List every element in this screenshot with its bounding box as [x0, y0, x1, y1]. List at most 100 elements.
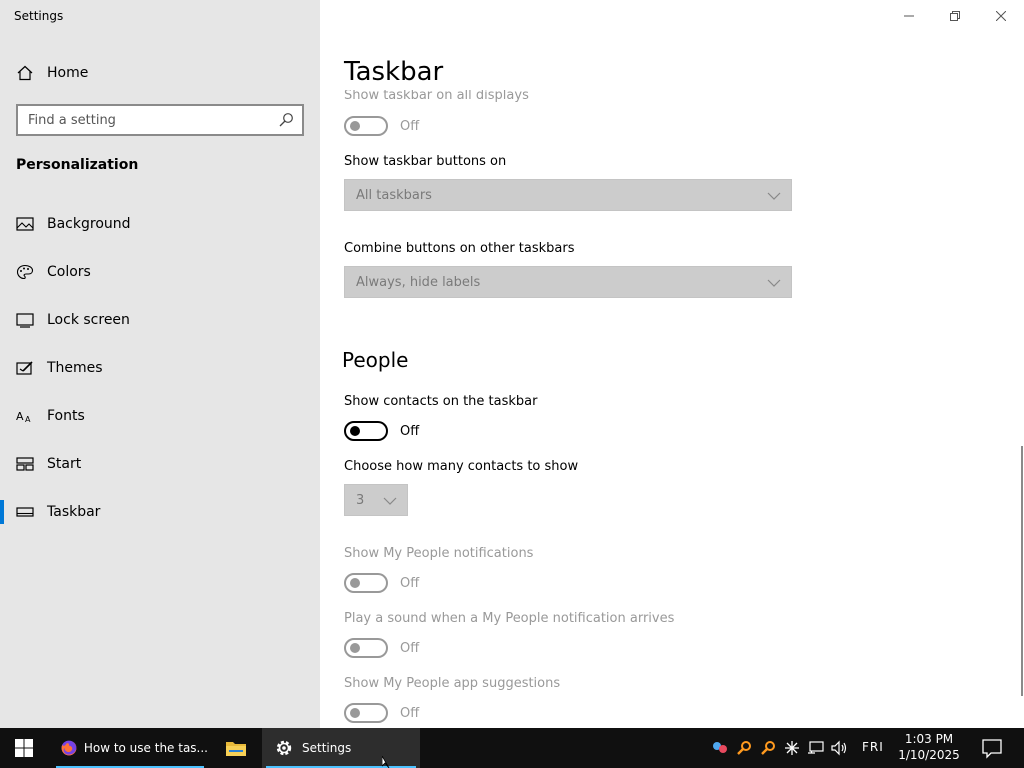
close-button[interactable] [978, 0, 1024, 32]
tray-search-app-icon[interactable] [732, 728, 756, 768]
search-box[interactable] [16, 104, 304, 136]
chevron-down-icon [767, 192, 781, 200]
search-input[interactable] [18, 106, 268, 134]
gear-icon [276, 740, 292, 756]
file-explorer-icon [226, 742, 246, 756]
show-contacts-state: Off [400, 424, 420, 439]
sidebar-item-label: Themes [47, 360, 103, 376]
sidebar-item-label: Taskbar [47, 504, 101, 520]
sound-toggle[interactable] [344, 638, 388, 658]
taskbar-app-label: How to use the tas... [83, 741, 208, 755]
taskbar-app-label: Settings [302, 741, 352, 755]
picture-icon [16, 217, 34, 231]
system-tray [708, 728, 852, 768]
notifications-icon[interactable] [980, 736, 1004, 760]
mouse-cursor-icon [382, 756, 390, 768]
sound-state: Off [400, 641, 420, 656]
show-all-displays-state: Off [400, 119, 420, 134]
taskbar: How to use the tas... Settings FRI 1:03 … [0, 728, 1024, 768]
notifications-label: Show My People notifications [344, 546, 534, 561]
suggestions-state: Off [400, 706, 420, 721]
start-button[interactable] [0, 728, 48, 768]
sidebar-item-label: Background [47, 216, 131, 232]
sidebar-item-label: Fonts [47, 408, 85, 424]
sidebar-nav: Background Colors Lock screen Themes A A… [0, 200, 320, 536]
dropdown-value: Always, hide labels [356, 275, 481, 290]
toggle-knob [350, 426, 360, 436]
firefox-icon [61, 740, 77, 756]
tray-asterisk-icon[interactable] [780, 728, 804, 768]
tray-people-icon[interactable] [708, 728, 732, 768]
sidebar-item-start[interactable]: Start [0, 440, 320, 488]
clock-date: 1/10/2025 [898, 748, 960, 762]
themes-icon [16, 361, 33, 375]
dropdown-value: All taskbars [356, 188, 432, 203]
main-content: Taskbar Show taskbar on all displays Off… [320, 0, 1024, 728]
search-icon[interactable] [278, 112, 294, 128]
taskbar-app-settings[interactable]: Settings [262, 728, 420, 768]
fonts-icon: A A [16, 410, 31, 424]
suggestions-toggle[interactable] [344, 703, 388, 723]
show-all-displays-label: Show taskbar on all displays [344, 88, 529, 103]
section-title: Personalization [16, 157, 139, 173]
window-controls [886, 0, 1024, 32]
toggle-knob [350, 708, 360, 718]
combine-other-dropdown[interactable]: Always, hide labels [344, 266, 792, 298]
chevron-down-icon [767, 279, 781, 287]
sidebar-item-home[interactable]: Home [0, 56, 320, 90]
notifications-state: Off [400, 576, 420, 591]
svg-text:A: A [25, 415, 31, 424]
notifications-toggle[interactable] [344, 573, 388, 593]
sidebar-item-label: Lock screen [47, 312, 130, 328]
page-title: Taskbar [344, 57, 452, 87]
sidebar-item-lock-screen[interactable]: Lock screen [0, 296, 320, 344]
windows-logo-icon [15, 739, 33, 757]
svg-text:A: A [16, 410, 24, 423]
network-icon[interactable] [804, 728, 828, 768]
toggle-knob [350, 578, 360, 588]
sidebar-item-background[interactable]: Background [0, 200, 320, 248]
day-indicator[interactable]: FRI [862, 740, 884, 754]
taskbar-icon [16, 507, 34, 517]
volume-icon[interactable] [828, 728, 852, 768]
start-icon [16, 457, 34, 471]
toggle-knob [350, 643, 360, 653]
scrollbar[interactable] [1021, 446, 1023, 696]
people-heading: People [342, 348, 409, 372]
taskbar-app-firefox[interactable]: How to use the tas... [52, 728, 208, 768]
show-contacts-toggle[interactable] [344, 421, 388, 441]
chevron-down-icon [383, 497, 397, 505]
close-icon [996, 11, 1006, 21]
home-icon [17, 65, 33, 81]
show-contacts-label: Show contacts on the taskbar [344, 394, 538, 409]
combine-other-label: Combine buttons on other taskbars [344, 241, 575, 256]
sidebar-item-label: Colors [47, 264, 91, 280]
dropdown-value: 3 [356, 493, 365, 508]
sidebar-item-taskbar[interactable]: Taskbar [0, 488, 320, 536]
suggestions-label: Show My People app suggestions [344, 676, 561, 691]
show-all-displays-toggle[interactable] [344, 116, 388, 136]
sidebar-item-themes[interactable]: Themes [0, 344, 320, 392]
sound-label: Play a sound when a My People notificati… [344, 611, 675, 626]
app-title: Settings [14, 9, 64, 23]
restore-icon [950, 11, 960, 21]
buttons-on-dropdown[interactable]: All taskbars [344, 179, 792, 211]
contacts-count-label: Choose how many contacts to show [344, 459, 579, 474]
contacts-count-dropdown[interactable]: 3 [344, 484, 408, 516]
clock[interactable]: 1:03 PM 1/10/2025 [894, 731, 964, 763]
palette-icon [16, 264, 34, 280]
clock-time: 1:03 PM [904, 732, 954, 746]
sidebar-item-label: Home [47, 65, 89, 81]
sidebar: Settings Home Personalization Background [0, 0, 320, 728]
sidebar-item-label: Start [47, 456, 82, 472]
selection-indicator [0, 500, 4, 524]
minimize-button[interactable] [886, 0, 932, 32]
sidebar-item-fonts[interactable]: A A Fonts [0, 392, 320, 440]
lock-screen-icon [16, 313, 34, 328]
tray-search-app-icon-2[interactable] [756, 728, 780, 768]
taskbar-app-file-explorer[interactable] [214, 728, 258, 768]
minimize-icon [904, 15, 914, 17]
buttons-on-label: Show taskbar buttons on [344, 154, 507, 169]
sidebar-item-colors[interactable]: Colors [0, 248, 320, 296]
restore-button[interactable] [932, 0, 978, 32]
